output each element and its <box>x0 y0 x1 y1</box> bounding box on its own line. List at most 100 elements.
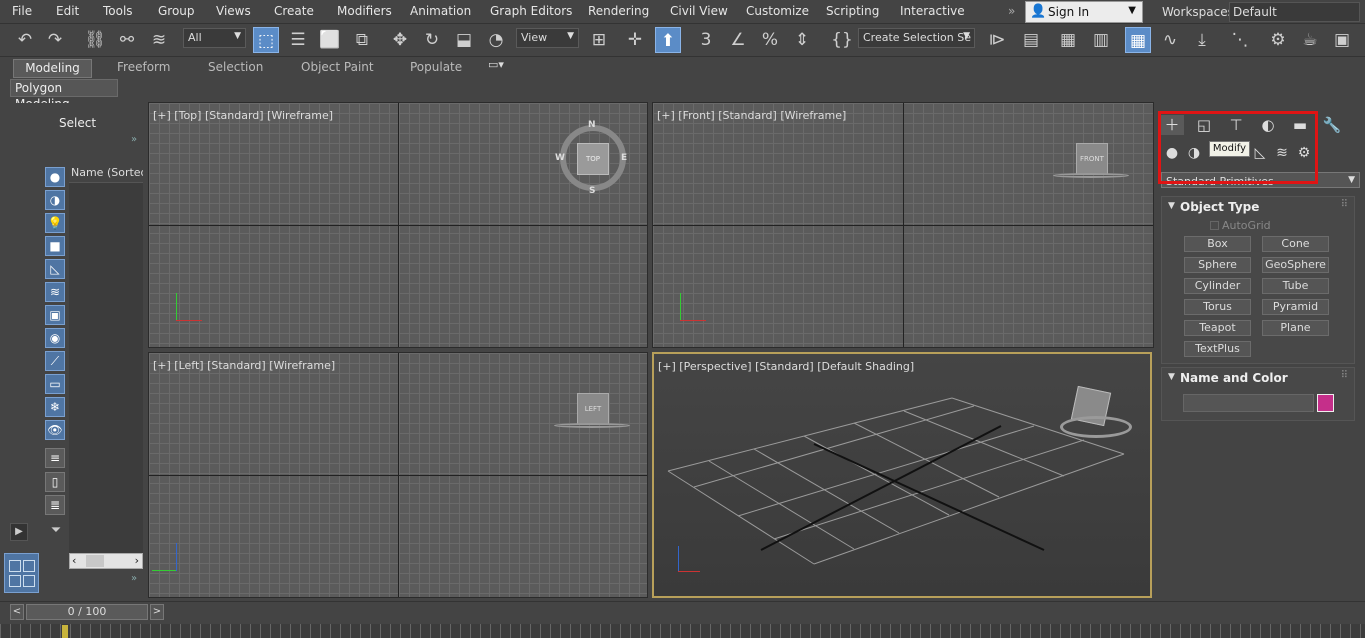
tube-button[interactable]: Tube <box>1262 278 1329 294</box>
viewport-layout-icon[interactable] <box>4 553 39 593</box>
geometry-filter-icon[interactable]: ● <box>45 167 65 187</box>
polygon-modeling-panel[interactable]: Polygon Modeling <box>10 79 118 111</box>
layer-explorer-icon[interactable]: ▥ <box>1088 27 1114 53</box>
scene-object-list[interactable] <box>69 183 143 553</box>
collapse-icon[interactable]: ▼ <box>1168 372 1175 382</box>
menu-interactive[interactable]: Interactive <box>900 4 965 18</box>
dope-sheet-icon[interactable]: ⤓ <box>1189 27 1215 53</box>
collapse-icon[interactable]: ▼ <box>1168 201 1175 211</box>
viewcube-ring[interactable] <box>1060 416 1132 438</box>
viewcube-front[interactable]: FRONT <box>1076 143 1108 175</box>
object-type-title[interactable]: Object Type <box>1180 200 1259 214</box>
cameras-filter-icon[interactable]: ■ <box>45 236 65 256</box>
bind-space-warp-icon[interactable]: ≋ <box>146 27 172 53</box>
undo-icon[interactable]: ↶ <box>12 27 38 53</box>
groups-filter-icon[interactable]: ▣ <box>45 305 65 325</box>
box-button[interactable]: Box <box>1184 236 1251 252</box>
drag-handle-icon[interactable]: ⠿ <box>1341 370 1348 381</box>
render-setup-icon[interactable]: ☕ <box>1297 27 1323 53</box>
teapot-button[interactable]: Teapot <box>1184 320 1251 336</box>
workspace-select[interactable]: Default <box>1229 2 1360 22</box>
menu-civil-view[interactable]: Civil View <box>670 4 728 18</box>
shapes-filter-icon[interactable]: ◑ <box>45 190 65 210</box>
viewport-top-label[interactable]: [+] [Top] [Standard] [Wireframe] <box>153 109 333 122</box>
cylinder-button[interactable]: Cylinder <box>1184 278 1251 294</box>
autogrid-checkbox[interactable]: AutoGrid <box>1210 219 1271 232</box>
align-icon[interactable]: ▤ <box>1018 27 1044 53</box>
textplus-button[interactable]: TextPlus <box>1184 341 1251 357</box>
menu-overflow-icon[interactable]: » <box>1008 4 1015 18</box>
drag-handle-icon[interactable]: ⠿ <box>1341 199 1348 210</box>
viewport-top[interactable]: [+] [Top] [Standard] [Wireframe] N S E W… <box>148 102 648 348</box>
list-icon[interactable]: ≡ <box>45 448 65 468</box>
blank-doc-icon[interactable]: ▯ <box>45 472 65 492</box>
unlink-icon[interactable]: ⚯ <box>114 27 140 53</box>
cone-button[interactable]: Cone <box>1262 236 1329 252</box>
helpers-filter-icon[interactable]: ◺ <box>45 259 65 279</box>
menu-customize[interactable]: Customize <box>746 4 809 18</box>
filter-funnel-icon[interactable]: ⏷ <box>46 523 66 543</box>
xrefs-filter-icon[interactable]: ◉ <box>45 328 65 348</box>
menu-file[interactable]: File <box>12 4 32 18</box>
link-icon[interactable]: ⛓ <box>82 27 108 53</box>
geosphere-button[interactable]: GeoSphere <box>1262 257 1329 273</box>
scroll-right-icon[interactable]: › <box>135 554 139 567</box>
scene-explorer-toggle-icon[interactable]: ▦ <box>1055 27 1081 53</box>
menu-modifiers[interactable]: Modifiers <box>337 4 392 18</box>
particles-filter-icon[interactable]: ❄ <box>45 397 65 417</box>
select-object-icon[interactable]: ⬚ <box>253 27 279 53</box>
scroll-thumb[interactable] <box>86 555 104 567</box>
menu-animation[interactable]: Animation <box>410 4 471 18</box>
sign-in-dropdown[interactable]: 👤 Sign In ▼ <box>1025 1 1143 23</box>
viewport-front[interactable]: [+] [Front] [Standard] [Wireframe] FRONT <box>652 102 1154 348</box>
horizontal-scrollbar[interactable]: ‹ › <box>69 553 143 569</box>
ribbon-tab-freeform[interactable]: Freeform <box>117 60 170 74</box>
space-warps-filter-icon[interactable]: ≋ <box>45 282 65 302</box>
scroll-left-icon[interactable]: ‹ <box>72 554 76 567</box>
edit-named-selection-icon[interactable]: {} <box>829 27 855 53</box>
ribbon-tab-populate[interactable]: Populate <box>410 60 462 74</box>
menu-tools[interactable]: Tools <box>103 4 133 18</box>
redo-icon[interactable]: ↷ <box>42 27 68 53</box>
menu-edit[interactable]: Edit <box>56 4 79 18</box>
object-name-input[interactable] <box>1183 394 1314 412</box>
viewcube-ring[interactable] <box>1053 173 1129 178</box>
select-by-name-icon[interactable]: ☰ <box>285 27 311 53</box>
viewport-perspective[interactable]: [+] [Perspective] [Standard] [Default Sh… <box>652 352 1152 598</box>
named-selection-set-select[interactable]: Create Selection Se ▼ <box>858 28 975 48</box>
pivot-center-icon[interactable]: ⊞ <box>586 27 612 53</box>
bones-filter-icon[interactable]: ⟋ <box>45 351 65 371</box>
viewport-left-label[interactable]: [+] [Left] [Standard] [Wireframe] <box>153 359 335 372</box>
percent-snap-icon[interactable]: % <box>757 27 783 53</box>
toggle-ribbon-icon[interactable]: ▦ <box>1125 27 1151 53</box>
containers-filter-icon[interactable]: ▭ <box>45 374 65 394</box>
menu-create[interactable]: Create <box>274 4 314 18</box>
rect-selection-icon[interactable]: ⬜ <box>317 27 343 53</box>
ribbon-tab-object-paint[interactable]: Object Paint <box>301 60 374 74</box>
viewport-left[interactable]: [+] [Left] [Standard] [Wireframe] LEFT <box>148 352 648 598</box>
mirror-icon[interactable]: ⧐ <box>984 27 1010 53</box>
time-next-button[interactable]: > <box>150 604 164 620</box>
rendered-frame-icon[interactable]: ▣ <box>1329 27 1355 53</box>
menu-graph-editors[interactable]: Graph Editors <box>490 4 572 18</box>
menu-views[interactable]: Views <box>216 4 251 18</box>
time-slider[interactable]: 0 / 100 <box>26 604 148 620</box>
ribbon-options-icon[interactable]: ▭▾ <box>488 58 504 71</box>
document-icon[interactable]: ≣ <box>45 495 65 515</box>
object-color-swatch[interactable] <box>1317 394 1334 412</box>
menu-scripting[interactable]: Scripting <box>826 4 879 18</box>
select-manipulate-icon[interactable]: ✛ <box>622 27 648 53</box>
curve-editor-icon[interactable]: ∿ <box>1157 27 1183 53</box>
move-icon[interactable]: ✥ <box>387 27 413 53</box>
viewcube-left[interactable]: LEFT <box>577 393 609 425</box>
checkbox-icon[interactable] <box>1210 221 1219 230</box>
sphere-button[interactable]: Sphere <box>1184 257 1251 273</box>
visibility-filter-icon[interactable]: 👁 <box>45 420 65 440</box>
angle-snap-icon[interactable]: ∠ <box>725 27 751 53</box>
menu-rendering[interactable]: Rendering <box>588 4 649 18</box>
spinner-snap-icon[interactable]: ⇕ <box>789 27 815 53</box>
material-editor-icon[interactable]: ⚙ <box>1265 27 1291 53</box>
plane-button[interactable]: Plane <box>1262 320 1329 336</box>
keyboard-shortcut-toggle-icon[interactable]: ⬆ <box>655 27 681 53</box>
placement-icon[interactable]: ◔ <box>483 27 509 53</box>
